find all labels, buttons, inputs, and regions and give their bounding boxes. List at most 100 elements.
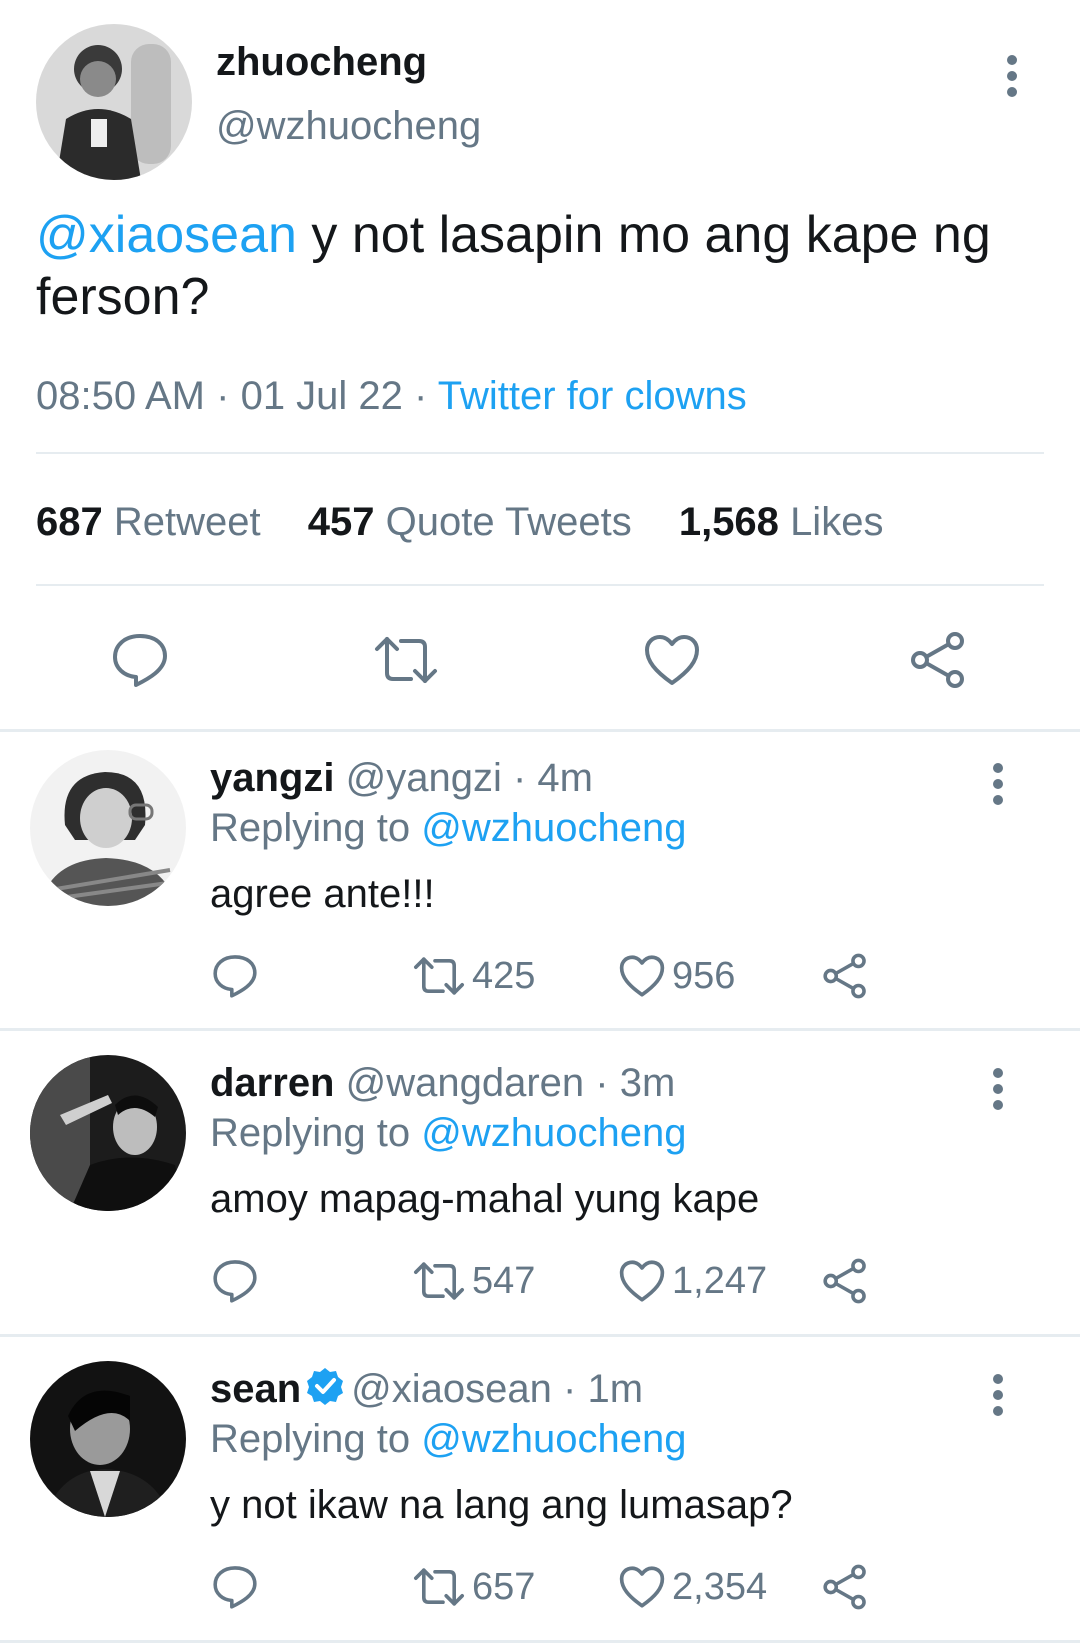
reply-text: agree ante!!! [210, 872, 435, 916]
mention-link[interactable]: @xiaosean [36, 206, 297, 264]
reply-actions: 657 2,354 [0, 1557, 1080, 1617]
tweet-stats: 687 Retweet 457 Quote Tweets 1,568 Likes [36, 498, 919, 546]
reply-tweet[interactable]: yangzi @yangzi · 4m Replying to @wzhuoch… [0, 732, 1080, 1032]
avatar[interactable] [30, 1361, 186, 1517]
reply-button[interactable] [212, 1557, 264, 1617]
replying-label: Replying to [210, 806, 411, 850]
divider [36, 584, 1044, 586]
reply-text: y not ikaw na lang ang lumasap? [210, 1483, 793, 1527]
retweet-icon [414, 1568, 465, 1606]
likes-stat[interactable]: 1,568 Likes [679, 500, 884, 544]
replying-to-link[interactable]: @wzhuocheng [421, 806, 686, 850]
retweet-icon [414, 957, 465, 995]
more-vertical-icon[interactable] [986, 1373, 1010, 1417]
like-button[interactable]: 956 [618, 946, 735, 1006]
like-count: 1,247 [672, 1259, 768, 1302]
meta-dot: · [563, 1367, 577, 1411]
author-name[interactable]: yangzi [210, 756, 334, 800]
likes-label: Likes [790, 500, 884, 544]
replying-to: Replying to @wzhuocheng [210, 1415, 686, 1463]
tweet-time: 08:50 AM [36, 374, 206, 418]
divider [0, 1028, 1080, 1031]
author-handle[interactable]: @xiaosean [351, 1367, 552, 1411]
tweet-text: @xiaosean y not lasapin mo ang kape ng f… [36, 204, 1046, 328]
heart-icon [619, 1566, 665, 1608]
verified-badge-icon [307, 1368, 344, 1405]
reply-icon [213, 955, 257, 998]
reply-time[interactable]: 1m [587, 1367, 643, 1411]
retweet-button[interactable]: 425 [412, 946, 535, 1006]
tweet-source[interactable]: Twitter for clowns [438, 374, 747, 418]
divider [0, 1640, 1080, 1643]
author-name[interactable]: zhuocheng [216, 38, 427, 86]
retweet-count: 657 [472, 1565, 536, 1608]
tweet-actions [0, 620, 1080, 700]
divider [0, 1334, 1080, 1337]
quote-count: 457 [307, 500, 375, 544]
main-tweet: zhuocheng @wzhuocheng @xiaosean y not la… [0, 0, 1080, 732]
replying-label: Replying to [210, 1111, 411, 1155]
replying-to: Replying to @wzhuocheng [210, 1109, 686, 1157]
meta-dot: · [512, 756, 527, 800]
reply-tweet[interactable]: darren @wangdaren · 3m Replying to @wzhu… [0, 1037, 1080, 1337]
reply-button[interactable] [212, 1251, 264, 1311]
reply-header: yangzi @yangzi · 4m [210, 754, 593, 802]
retweet-count: 547 [472, 1259, 536, 1302]
quote-label: Quote Tweets [385, 500, 632, 544]
like-count: 956 [672, 954, 736, 997]
reply-tweet[interactable]: sean @xiaosean · 1m Replying to @wzhuoch… [0, 1343, 1080, 1643]
retweet-label: Retweet [113, 500, 261, 544]
tweet-meta: 08:50 AM · 01 Jul 22 · Twitter for clown… [36, 372, 747, 420]
replying-to-link[interactable]: @wzhuocheng [421, 1417, 686, 1461]
reply-button[interactable] [212, 946, 264, 1006]
retweet-icon [414, 1262, 465, 1300]
like-button[interactable]: 2,354 [618, 1557, 767, 1617]
replying-to: Replying to @wzhuocheng [210, 804, 686, 852]
share-icon[interactable] [898, 620, 978, 700]
reply-icon[interactable] [100, 620, 180, 700]
retweet-icon[interactable] [366, 620, 446, 700]
share-icon [823, 1258, 866, 1304]
meta-dot: · [595, 1061, 609, 1105]
tweet-date[interactable]: 01 Jul 22 [241, 374, 403, 418]
heart-icon [619, 955, 665, 997]
reply-actions: 547 1,247 [0, 1251, 1080, 1311]
meta-dot: · [414, 374, 438, 418]
likes-count: 1,568 [678, 500, 779, 544]
share-icon [823, 953, 866, 999]
author-handle[interactable]: @wzhuocheng [216, 102, 481, 150]
retweet-stat[interactable]: 687 Retweet [36, 500, 261, 544]
retweet-button[interactable]: 547 [412, 1251, 535, 1311]
share-button[interactable] [822, 1251, 874, 1311]
heart-icon[interactable] [632, 620, 712, 700]
author-name[interactable]: sean [210, 1367, 301, 1411]
more-vertical-icon[interactable] [986, 762, 1010, 806]
reply-time[interactable]: 3m [620, 1061, 676, 1105]
reply-header: sean @xiaosean · 1m [210, 1365, 643, 1413]
retweet-count: 425 [472, 954, 536, 997]
reply-header: darren @wangdaren · 3m [210, 1059, 675, 1107]
share-button[interactable] [822, 1557, 874, 1617]
reply-icon [213, 1260, 257, 1303]
share-icon [823, 1564, 866, 1610]
avatar[interactable] [30, 750, 186, 906]
like-button[interactable]: 1,247 [618, 1251, 767, 1311]
replying-to-link[interactable]: @wzhuocheng [421, 1111, 686, 1155]
more-vertical-icon[interactable] [1000, 54, 1024, 98]
reply-actions: 425 956 [0, 946, 1080, 1006]
author-name[interactable]: darren [210, 1061, 335, 1105]
reply-text: amoy mapag-mahal yung kape [210, 1177, 760, 1221]
avatar[interactable] [36, 24, 192, 180]
retweet-count: 687 [36, 500, 103, 544]
like-count: 2,354 [672, 1565, 768, 1608]
author-handle[interactable]: @wangdaren [346, 1061, 585, 1105]
avatar[interactable] [30, 1055, 186, 1211]
replying-label: Replying to [210, 1417, 411, 1461]
heart-icon [619, 1260, 665, 1302]
share-button[interactable] [822, 946, 874, 1006]
more-vertical-icon[interactable] [986, 1067, 1010, 1111]
author-handle[interactable]: @yangzi [346, 756, 502, 800]
quote-stat[interactable]: 457 Quote Tweets [308, 500, 632, 544]
reply-time[interactable]: 4m [537, 756, 593, 800]
retweet-button[interactable]: 657 [412, 1557, 535, 1617]
